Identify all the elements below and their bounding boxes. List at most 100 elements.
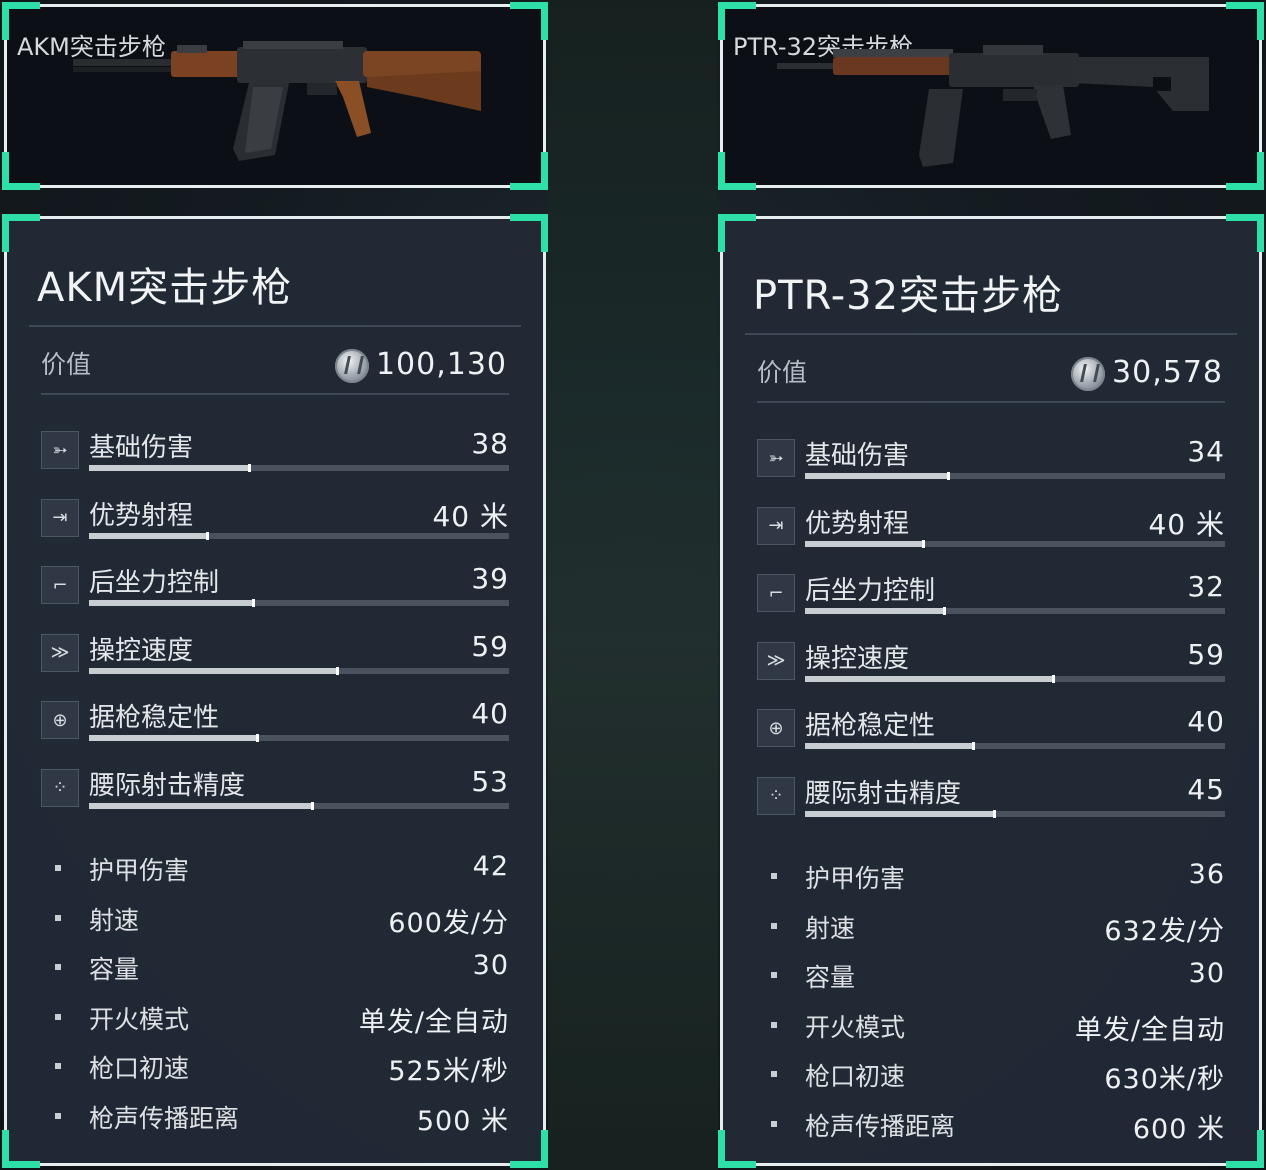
corner-accent	[1226, 152, 1264, 190]
property-value: 单发/全自动	[358, 1006, 509, 1038]
property-row: 枪声传播距离 600 米	[771, 1107, 1225, 1145]
corner-accent	[2, 1130, 40, 1168]
value-divider	[41, 393, 509, 395]
stat-icon-box: ⇥	[757, 506, 795, 545]
stat-value: 45	[1187, 772, 1225, 806]
corner-accent	[1226, 1130, 1264, 1168]
property-value: 600 米	[1132, 1114, 1225, 1145]
stat-bar-track	[89, 801, 509, 810]
bullet-icon	[771, 922, 777, 929]
hipfire-icon: ⁘	[768, 785, 784, 806]
corner-accent	[510, 1130, 548, 1168]
stat-row: ➳ 基础伤害 38	[41, 427, 509, 483]
property-label: 护甲伤害	[805, 864, 906, 893]
property-value: 30	[472, 950, 509, 982]
bullet-icon	[55, 914, 61, 921]
bullet-icon	[55, 1063, 61, 1070]
stat-value: 53	[471, 764, 509, 798]
property-value: 632发/分	[1104, 915, 1225, 947]
stat-value: 59	[471, 629, 509, 663]
stat-bar-track	[89, 666, 509, 675]
stat-bar-track	[805, 809, 1225, 818]
property-row: 开火模式 单发/全自动	[771, 1008, 1225, 1046]
property-row: 开火模式 单发/全自动	[55, 1000, 509, 1038]
stat-bar-fill	[805, 539, 925, 548]
background-map	[548, 0, 718, 1170]
property-label: 容量	[805, 963, 856, 993]
stat-value: 40 米	[432, 499, 509, 533]
corner-accent	[718, 152, 756, 190]
stat-bar-track	[89, 464, 509, 472]
stat-value: 34	[1187, 435, 1225, 468]
stat-bar-track	[805, 472, 1225, 480]
stat-bar-fill	[805, 472, 950, 480]
stat-bar-track	[89, 599, 509, 607]
bullet-icon	[55, 1013, 61, 1020]
damage-icon: ➳	[768, 447, 784, 469]
stat-row: ⁘ 腰际射击精度 45	[757, 773, 1225, 829]
stat-icon-box: ≫	[757, 641, 795, 680]
property-label: 开火模式	[805, 1012, 906, 1042]
stat-bar-fill	[89, 666, 339, 675]
property-row: 容量 30	[771, 958, 1225, 994]
stat-label: 操控速度	[805, 643, 910, 674]
recoil-icon: ⌐	[768, 582, 784, 604]
handling-icon: ≫	[766, 650, 786, 671]
stat-row: ⇥ 优势射程 40 米	[41, 495, 509, 551]
stat-row: ⁘ 腰际射击精度 53	[41, 765, 509, 821]
stat-bar-fill	[89, 801, 314, 810]
corner-accent	[1226, 2, 1264, 40]
stat-bar-track	[805, 607, 1225, 615]
stat-bar-fill	[89, 599, 255, 607]
weapon-card-akm[interactable]: AKM突击步枪	[2, 2, 548, 190]
stat-row: ⌐ 后坐力控制 39	[41, 562, 509, 618]
stat-icon-box: ⌐	[757, 574, 795, 612]
property-value: 36	[1188, 859, 1225, 890]
property-row: 射速 632发/分	[771, 909, 1225, 947]
stat-row: ⇥ 优势射程 40 米	[757, 503, 1225, 559]
property-value: 42	[472, 851, 509, 882]
stat-value: 59	[1187, 637, 1225, 671]
corner-accent	[510, 2, 548, 40]
bullet-icon	[771, 972, 777, 979]
property-value: 630米/秒	[1104, 1064, 1225, 1096]
stat-icon-box: ⌐	[41, 566, 79, 604]
property-row: 枪口初速 630米/秒	[771, 1057, 1225, 1096]
stat-label: 后坐力控制	[805, 576, 936, 606]
stat-row: ⊕ 据枪稳定性 40	[41, 697, 509, 753]
stat-bar-fill	[89, 531, 209, 540]
stat-bar-fill	[89, 464, 251, 472]
currency-coin-icon	[335, 349, 369, 383]
crosshair-icon: ⊕	[768, 717, 784, 739]
corner-accent	[2, 152, 40, 190]
range-icon: ⇥	[768, 515, 784, 536]
property-label: 开火模式	[89, 1004, 190, 1034]
property-label: 枪声传播距离	[89, 1104, 240, 1133]
weapon-value: 100,130	[375, 347, 507, 382]
stat-value: 38	[471, 427, 509, 460]
stat-bar-fill	[805, 607, 946, 615]
weapon-card-ptr32[interactable]: PTR-32突击步枪	[718, 2, 1264, 190]
property-label: 容量	[89, 955, 140, 985]
weapon-title: PTR-32突击步枪	[753, 273, 1064, 319]
property-label: 枪口初速	[89, 1054, 190, 1084]
value-divider	[757, 401, 1225, 403]
handling-icon: ≫	[50, 642, 70, 663]
property-label: 射速	[805, 913, 856, 943]
stat-label: 基础伤害	[89, 433, 194, 463]
stat-icon-box: ➳	[41, 431, 79, 469]
corner-accent	[510, 152, 548, 190]
stat-bar-track	[89, 531, 509, 540]
property-value: 525米/秒	[388, 1056, 509, 1088]
stat-row: ≫ 操控速度 59	[757, 638, 1225, 694]
stat-icon-box: ≫	[41, 633, 79, 672]
bullet-icon	[771, 1021, 777, 1028]
property-label: 护甲伤害	[89, 856, 190, 885]
stat-label: 后坐力控制	[89, 568, 220, 598]
property-value: 600发/分	[388, 907, 509, 939]
stat-bar-track	[805, 742, 1225, 750]
stat-bar-track	[89, 734, 509, 742]
bullet-icon	[771, 1071, 777, 1078]
property-value: 500 米	[416, 1106, 509, 1137]
stat-value: 40	[471, 697, 509, 730]
